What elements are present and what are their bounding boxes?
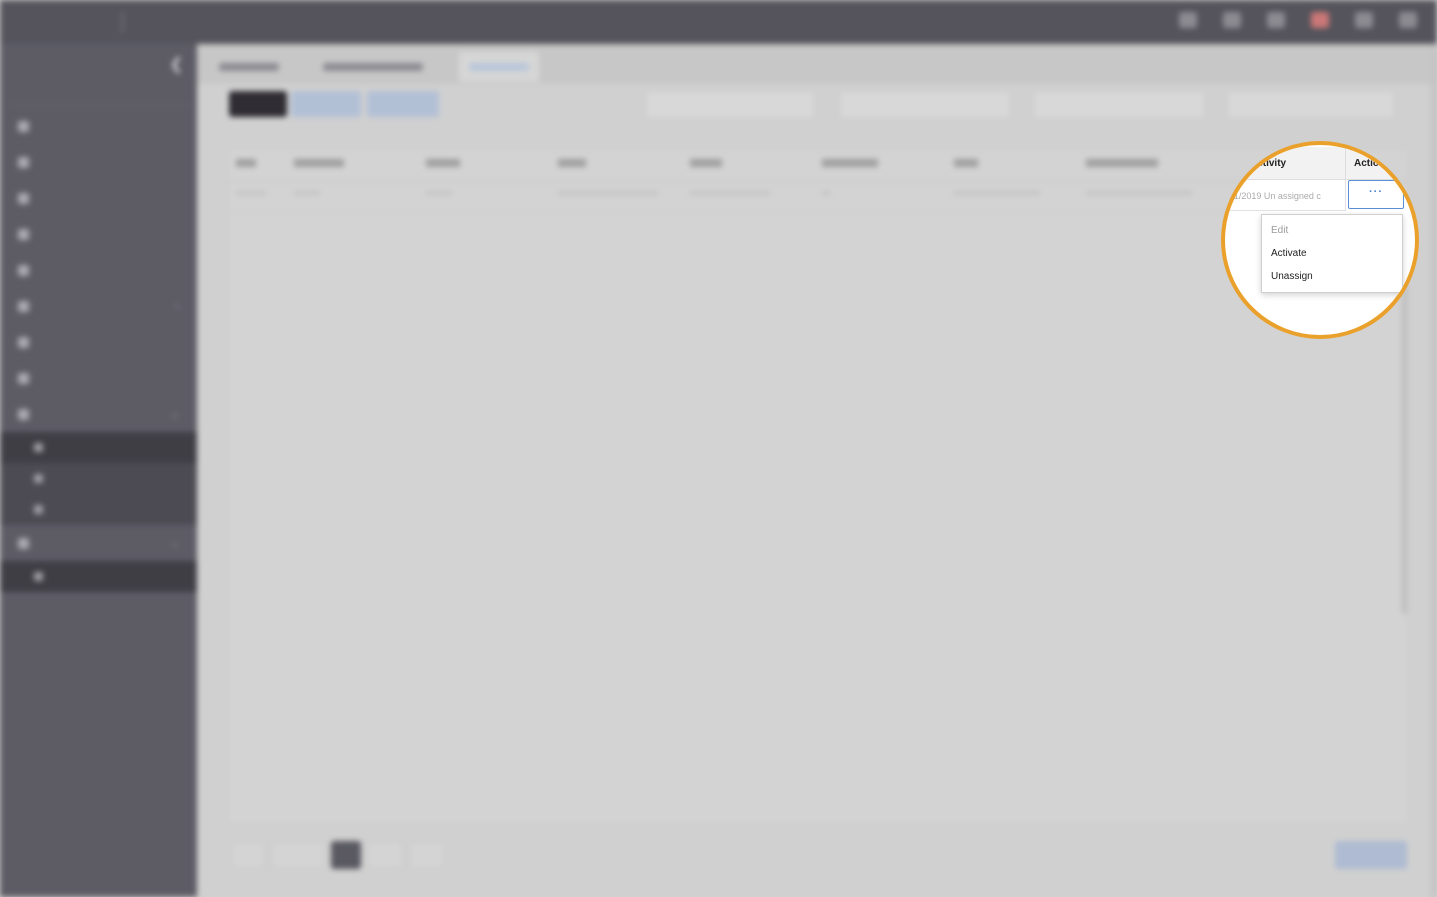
menu-item-activate[interactable]: Activate bbox=[1271, 248, 1307, 259]
last-activity-header-text: Last Activity bbox=[1227, 158, 1287, 169]
sidebar-item[interactable] bbox=[0, 324, 197, 360]
menu-item-icon bbox=[18, 264, 29, 276]
sidebar: ❮ › ⌄ ⌄ bbox=[0, 44, 197, 897]
sidebar-collapse-icon[interactable]: ❮ bbox=[170, 54, 183, 74]
message-icon[interactable] bbox=[1267, 12, 1285, 28]
sidebar-item[interactable] bbox=[0, 360, 197, 396]
column-header bbox=[690, 159, 722, 167]
topbar-actions bbox=[1179, 12, 1417, 28]
tab[interactable] bbox=[323, 52, 423, 82]
subitem-icon bbox=[34, 505, 43, 514]
menu-item-unassign[interactable]: Unassign bbox=[1271, 271, 1313, 282]
table-cell bbox=[294, 191, 320, 195]
subitem-icon bbox=[34, 572, 43, 581]
status-filter[interactable] bbox=[645, 91, 815, 119]
subitem-icon bbox=[34, 443, 43, 452]
subitem-icon bbox=[34, 474, 43, 483]
tab-active[interactable] bbox=[459, 52, 539, 82]
table-cell bbox=[558, 191, 658, 195]
tab-label-placeholder bbox=[323, 63, 423, 71]
sidebar-subitem[interactable] bbox=[0, 463, 197, 494]
secondary-button[interactable] bbox=[367, 91, 439, 117]
column-header bbox=[236, 159, 256, 167]
sidebar-menu: › ⌄ ⌄ bbox=[0, 108, 197, 592]
secondary-button[interactable] bbox=[291, 91, 361, 117]
menu-item-icon bbox=[18, 537, 29, 549]
sidebar-divider bbox=[8, 104, 189, 105]
sidebar-item[interactable] bbox=[0, 144, 197, 180]
column-header bbox=[558, 159, 586, 167]
sidebar-item[interactable]: ⌄ bbox=[0, 525, 197, 561]
top-bar bbox=[0, 0, 1437, 44]
chevron-right-icon: › bbox=[175, 300, 179, 312]
column-header bbox=[426, 159, 460, 167]
sidebar-subitem[interactable] bbox=[0, 494, 197, 525]
column-header bbox=[822, 159, 878, 167]
menu-item-icon bbox=[18, 120, 29, 132]
table-cell bbox=[822, 191, 830, 195]
action-column-header: Action bbox=[1346, 147, 1415, 180]
menu-item-icon bbox=[18, 336, 29, 348]
sidebar-subitem[interactable] bbox=[0, 432, 197, 463]
sidebar-item[interactable]: › bbox=[0, 288, 197, 324]
user-menu-icon[interactable] bbox=[1399, 12, 1417, 28]
sidebar-item[interactable] bbox=[0, 180, 197, 216]
row-actions-menu: Edit Activate Unassign bbox=[1261, 214, 1403, 293]
first-page-button[interactable] bbox=[231, 841, 265, 869]
table-cell bbox=[1086, 191, 1192, 195]
menu-item-edit: Edit bbox=[1271, 225, 1289, 236]
search-input[interactable] bbox=[1227, 91, 1395, 119]
last-activity-value: 11/21/2019 Un assigned c bbox=[1221, 191, 1321, 201]
sidebar-item[interactable] bbox=[0, 216, 197, 252]
column-header bbox=[294, 159, 344, 167]
next-page-button[interactable] bbox=[367, 841, 403, 869]
table-cell bbox=[236, 191, 266, 195]
table-cell bbox=[690, 191, 770, 195]
current-page-button[interactable] bbox=[331, 841, 361, 869]
sidebar-item[interactable] bbox=[0, 108, 197, 144]
magnified-table-region: Last Activity Action 11/21/2019 Un assig… bbox=[1221, 145, 1415, 335]
session-filter[interactable] bbox=[1033, 91, 1205, 119]
home-icon[interactable] bbox=[1223, 12, 1241, 28]
column-header bbox=[1086, 159, 1158, 167]
background-app: ❮ › ⌄ ⌄ bbox=[0, 0, 1437, 897]
type-filter[interactable] bbox=[839, 91, 1011, 119]
primary-button[interactable] bbox=[229, 91, 287, 117]
sidebar-subitem[interactable] bbox=[0, 561, 197, 592]
pagination bbox=[231, 841, 445, 869]
sidebar-item[interactable]: ⌄ bbox=[0, 396, 197, 432]
chevron-down-icon: ⌄ bbox=[170, 408, 179, 420]
row-actions-button[interactable]: ··· bbox=[1348, 180, 1404, 209]
tab-bar bbox=[197, 44, 1437, 84]
menu-item-icon bbox=[18, 372, 29, 384]
globe-icon[interactable] bbox=[1179, 12, 1197, 28]
tab[interactable] bbox=[219, 52, 279, 82]
table-cell bbox=[954, 191, 1040, 195]
right-edge-shade bbox=[1431, 44, 1437, 897]
action-header-text: Action bbox=[1354, 158, 1386, 169]
sidebar-item[interactable] bbox=[0, 252, 197, 288]
menu-item-icon bbox=[18, 156, 29, 168]
last-activity-cell: 11/21/2019 Un assigned c bbox=[1221, 180, 1346, 211]
table-cell bbox=[426, 191, 452, 195]
tab-label-placeholder bbox=[219, 63, 279, 71]
magnifier-callout: Last Activity Action 11/21/2019 Un assig… bbox=[1221, 141, 1419, 339]
menu-item-icon bbox=[18, 300, 29, 312]
menu-item-icon bbox=[18, 228, 29, 240]
help-icon[interactable] bbox=[1355, 12, 1373, 28]
tab-label-placeholder bbox=[469, 63, 529, 71]
last-page-button[interactable] bbox=[409, 841, 445, 869]
previous-page-button[interactable] bbox=[271, 841, 325, 869]
chevron-down-icon: ⌄ bbox=[170, 537, 179, 549]
last-activity-column-header: Last Activity bbox=[1225, 147, 1346, 180]
menu-item-icon bbox=[18, 192, 29, 204]
topbar-divider bbox=[122, 12, 123, 32]
menu-item-icon bbox=[18, 408, 29, 420]
notification-icon[interactable] bbox=[1311, 12, 1329, 28]
export-button[interactable] bbox=[1335, 841, 1407, 869]
column-header bbox=[954, 159, 978, 167]
